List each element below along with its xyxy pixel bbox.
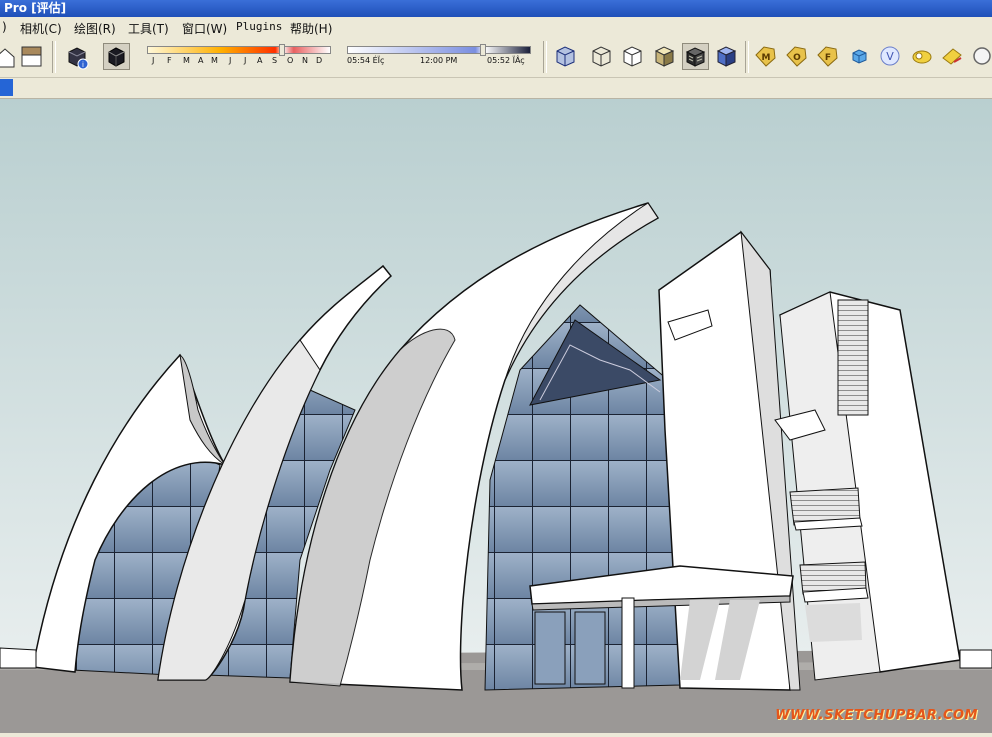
menu-item-tools[interactable]: 工具(T) (128, 20, 169, 37)
month-label: J (152, 56, 155, 65)
month-label: J (229, 56, 232, 65)
month-slider[interactable] (147, 46, 331, 54)
main-toolbar: i J F M A M J J A S O N D 05:54 ÉÏç 12:0… (0, 37, 992, 78)
month-label: F (167, 56, 172, 65)
menu-item-help[interactable]: 帮助(H) (290, 20, 332, 37)
shadow-toggle-icon[interactable] (103, 43, 130, 70)
time-slider-thumb[interactable] (480, 44, 486, 56)
month-label: A (198, 56, 204, 65)
shadow-info-icon[interactable]: i (64, 43, 91, 70)
secondary-toolbar (0, 78, 992, 99)
home-icon[interactable] (0, 43, 19, 70)
section-icon[interactable] (18, 43, 45, 70)
tower-vertical-lettering (837, 299, 869, 416)
xray-icon[interactable] (552, 43, 579, 70)
menu-bar: ) 相机(C) 绘图(R) 工具(T) 窗口(W) Plugins 帮助(H) (0, 17, 992, 37)
site-watermark: WWW.SKETCHUPBAR.COM (775, 708, 978, 723)
hidden-line-icon[interactable] (619, 43, 646, 70)
solid-icon[interactable] (846, 43, 873, 70)
month-label: A (257, 56, 263, 65)
v-icon[interactable]: V (877, 43, 904, 70)
monochrome-icon[interactable] (713, 43, 740, 70)
svg-text:V: V (886, 50, 894, 63)
scene-tab[interactable] (0, 79, 13, 96)
tape-icon[interactable] (908, 43, 935, 70)
material-tag-icon[interactable]: M (752, 43, 779, 70)
wireframe-icon[interactable] (588, 43, 615, 70)
model-viewport[interactable]: WWW.SKETCHUPBAR.COM (0, 99, 992, 733)
shaded-texture-icon[interactable] (682, 43, 709, 70)
month-label: D (316, 56, 323, 65)
menu-item-plugins[interactable]: Plugins (236, 20, 282, 33)
svg-text:F: F (825, 53, 831, 63)
time-end-label: 05:52 ÏÂç (487, 56, 525, 65)
svg-text:i: i (82, 61, 84, 69)
svg-text:M: M (762, 53, 771, 63)
circle-icon[interactable] (969, 43, 992, 70)
toolbar-separator (52, 41, 56, 73)
month-label: J (244, 56, 247, 65)
month-label: S (272, 56, 278, 65)
svg-text:O: O (793, 53, 801, 63)
month-slider-thumb[interactable] (279, 44, 285, 56)
toolbar-separator (745, 41, 749, 73)
month-label: M (211, 56, 218, 65)
time-slider[interactable] (347, 46, 531, 54)
menu-item-window[interactable]: 窗口(W) (182, 20, 227, 37)
menu-item-edge[interactable]: ) (2, 20, 7, 34)
month-label: O (287, 56, 294, 65)
component-tag-icon[interactable]: O (783, 43, 810, 70)
canopy-column (621, 597, 635, 689)
window-titlebar: Pro [评估] (0, 0, 992, 17)
time-mid-label: 12:00 PM (420, 56, 458, 65)
window-title: Pro [评估] (4, 1, 67, 15)
shaded-icon[interactable] (651, 43, 678, 70)
model-render (0, 99, 992, 733)
time-start-label: 05:54 ÉÏç (347, 56, 385, 65)
menu-item-camera[interactable]: 相机(C) (20, 20, 62, 37)
month-label: M (183, 56, 190, 65)
dimension-icon[interactable] (939, 43, 966, 70)
toolbar-separator (543, 41, 547, 73)
menu-item-draw[interactable]: 绘图(R) (74, 20, 116, 37)
follow-tag-icon[interactable]: F (814, 43, 841, 70)
month-label: N (302, 56, 308, 65)
